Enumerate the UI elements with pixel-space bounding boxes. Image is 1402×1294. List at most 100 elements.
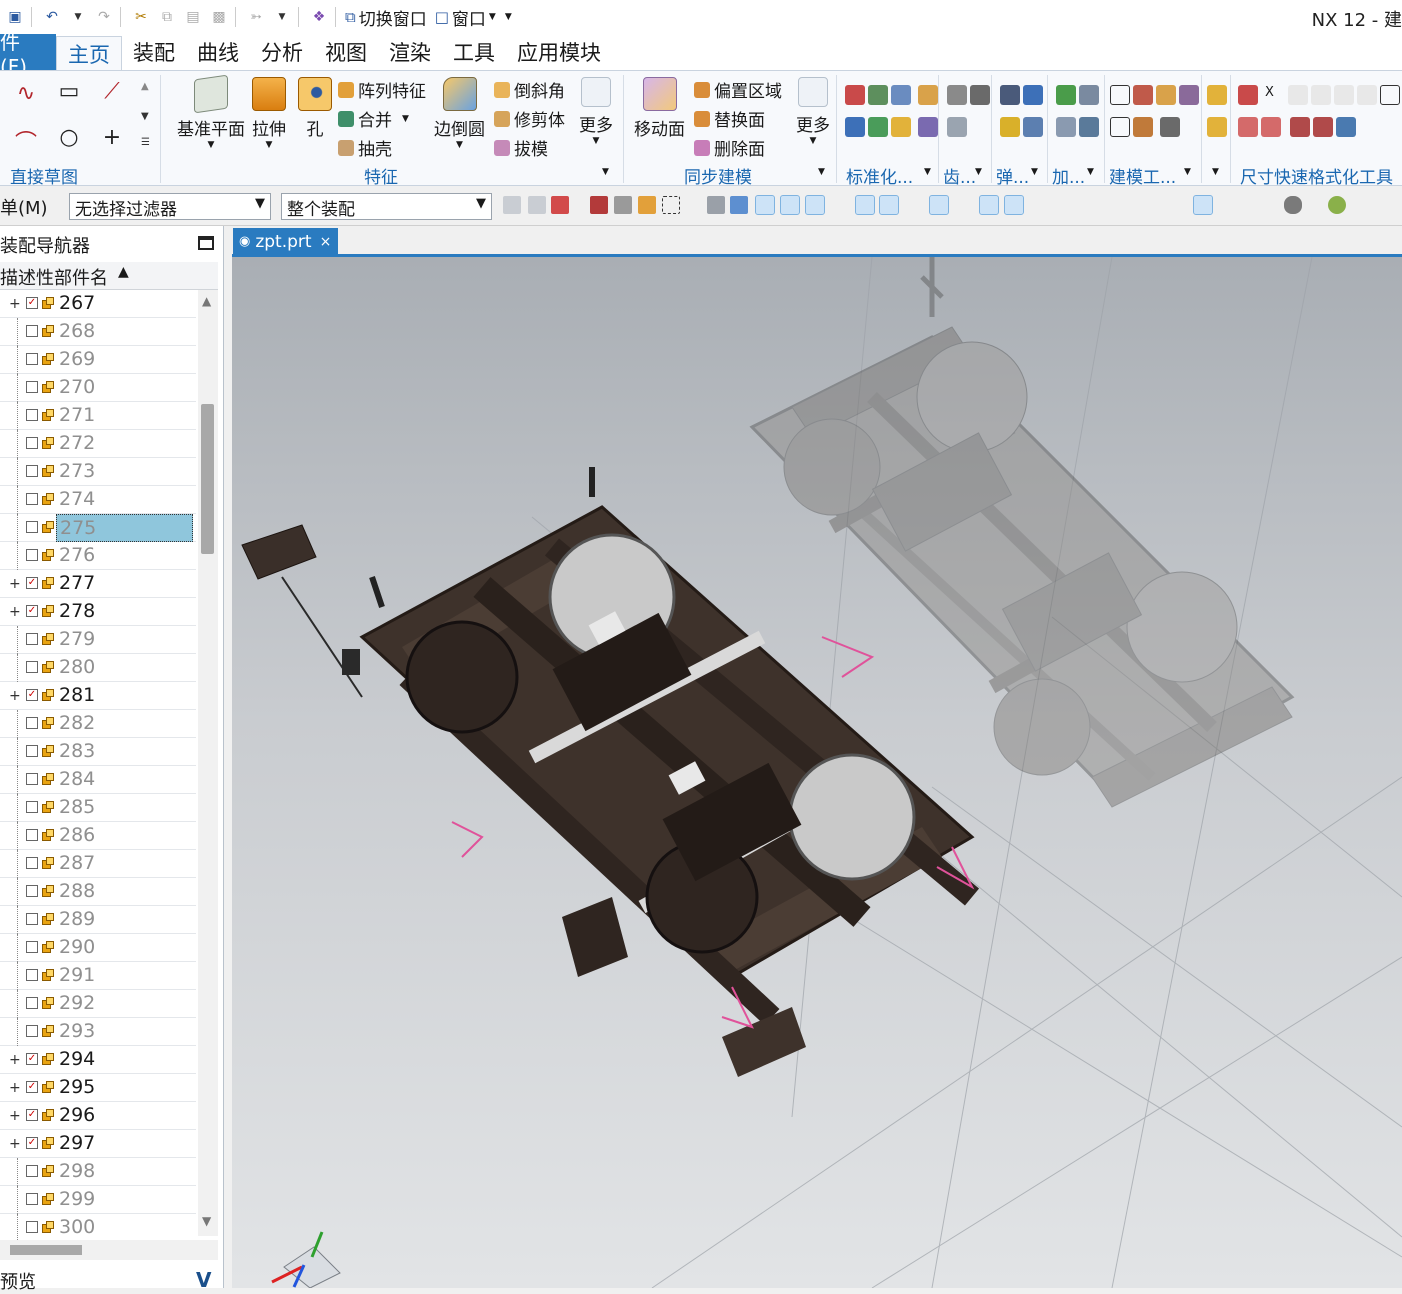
visibility-checkbox[interactable] [26, 437, 38, 449]
visibility-checkbox[interactable]: ✓ [26, 605, 38, 617]
tree-row[interactable]: 283 [0, 738, 196, 766]
edge-blend-button[interactable]: 边倒圆 ▼ [434, 77, 485, 150]
tree-row[interactable]: 273 [0, 458, 196, 486]
machining-block-icon[interactable] [1079, 85, 1099, 105]
select-objects-icon[interactable] [638, 196, 656, 214]
offset-region-button[interactable]: 偏置区域 [694, 77, 782, 102]
snap-on-face-icon[interactable] [1030, 196, 1048, 214]
visibility-checkbox[interactable] [26, 997, 38, 1009]
expand-icon[interactable]: + [9, 296, 21, 312]
visibility-checkbox[interactable]: ✓ [26, 297, 38, 309]
dim-x-icon[interactable]: X [1265, 85, 1285, 105]
tree-row[interactable]: 290 [0, 934, 196, 962]
tree-row[interactable]: + ✓ 295 [0, 1074, 196, 1102]
visibility-checkbox[interactable] [26, 1221, 38, 1233]
scrollbar-thumb[interactable] [201, 404, 214, 554]
group-synchronous-modeling[interactable]: 同步建模 [684, 163, 752, 188]
dim-format-1-icon[interactable] [1288, 85, 1308, 105]
view-snap-icon[interactable] [1193, 195, 1213, 215]
snap-spline-icon[interactable] [879, 195, 899, 215]
model-view[interactable] [232, 257, 1402, 1288]
sheet-tool-icon[interactable] [1133, 85, 1153, 105]
tree-row[interactable]: 272 [0, 430, 196, 458]
tool-yellow-icon[interactable] [1207, 85, 1227, 105]
dim-format-4-icon[interactable] [1357, 85, 1377, 105]
machining-feature-icon[interactable] [1056, 117, 1076, 137]
type-filter-select[interactable]: 无选择过滤器 ▼ [69, 193, 271, 220]
point-icon[interactable]: + [98, 125, 126, 150]
tree-row[interactable]: + ✓ 296 [0, 1102, 196, 1130]
document-tab[interactable]: ◉ zpt.prt × [233, 228, 338, 255]
view-edit-icon[interactable] [1218, 196, 1236, 214]
expand-icon[interactable]: + [9, 604, 21, 620]
circle-icon[interactable]: ○ [55, 125, 83, 150]
group-spring[interactable]: 弹... [996, 163, 1029, 188]
visibility-checkbox[interactable] [26, 353, 38, 365]
curve-rule-icon[interactable] [614, 196, 632, 214]
tree-row[interactable]: 300 [0, 1214, 196, 1242]
group-modeling-tools[interactable]: 建模工... [1109, 163, 1176, 188]
visibility-checkbox[interactable] [26, 885, 38, 897]
group-standardization[interactable]: 标准化... [846, 163, 913, 188]
tab-curve[interactable]: 曲线 [186, 34, 250, 70]
file-menu-button[interactable]: 件(F) [0, 30, 56, 79]
visibility-checkbox[interactable] [26, 969, 38, 981]
scope-filter-select[interactable]: 整个装配 ▼ [281, 193, 492, 220]
expand-icon[interactable]: + [9, 688, 21, 704]
tree-row[interactable]: 279 [0, 626, 196, 654]
paste-icon[interactable]: ▤ [182, 6, 204, 28]
scroll-down-icon[interactable]: ▼ [202, 1214, 211, 1228]
visibility-checkbox[interactable] [26, 633, 38, 645]
tree-row[interactable]: + ✓ 278 [0, 598, 196, 626]
rectangle-select-icon[interactable] [662, 196, 680, 214]
standard-tag-icon[interactable] [918, 85, 938, 105]
scrollbar-thumb[interactable] [10, 1245, 82, 1255]
redo-icon[interactable]: ↷ [93, 6, 115, 28]
doc-tool-icon[interactable] [1110, 117, 1130, 137]
face-rule-icon[interactable] [590, 196, 608, 214]
sync-more-button[interactable]: 更多 ▼ [796, 77, 830, 146]
tree-row[interactable]: 269 [0, 346, 196, 374]
draft-button[interactable]: 拔模 [494, 135, 548, 160]
group-options-arrow-icon[interactable]: ▼ [975, 167, 995, 187]
datum-plane-button[interactable]: 基准平面 ▼ [177, 74, 245, 150]
tree-row[interactable]: + ✓ 277 [0, 570, 196, 598]
scroll-down-icon[interactable]: ▼ [141, 111, 161, 131]
dim-tolerance-icon[interactable] [1238, 117, 1258, 137]
feature-more-button[interactable]: 更多 ▼ [579, 77, 613, 146]
visibility-checkbox[interactable] [26, 1025, 38, 1037]
spring-compression-icon[interactable] [1000, 117, 1020, 137]
visibility-checkbox[interactable] [26, 829, 38, 841]
tree-row[interactable]: 299 [0, 1186, 196, 1214]
expand-icon[interactable]: + [9, 1080, 21, 1096]
visibility-checkbox[interactable]: ✓ [26, 1109, 38, 1121]
chamfer-button[interactable]: 倒斜角 [494, 77, 565, 102]
tolerance-tool-icon[interactable] [1160, 117, 1180, 137]
dropdown-arrow-icon[interactable]: ▼ [271, 6, 293, 28]
select-solid-icon[interactable] [707, 196, 725, 214]
group-gear[interactable]: 齿... [943, 163, 976, 188]
hole-button[interactable]: 孔 [298, 77, 332, 140]
general-selection-icon[interactable] [503, 196, 521, 214]
expand-icon[interactable]: + [9, 1052, 21, 1068]
select-component-icon[interactable] [730, 196, 748, 214]
tree-row[interactable]: 298 [0, 1158, 196, 1186]
dim-refresh-icon[interactable] [1336, 117, 1356, 137]
dim-diameter2-icon[interactable] [1313, 117, 1333, 137]
tree-row[interactable]: 274 [0, 486, 196, 514]
arc-icon[interactable]: ⌒ [12, 125, 40, 157]
visibility-checkbox[interactable]: ✓ [26, 1081, 38, 1093]
view-layout-icon[interactable] [1143, 196, 1161, 214]
trim-body-button[interactable]: 修剪体 [494, 106, 565, 131]
vertical-scrollbar[interactable]: ▲ ▼ [198, 290, 218, 1236]
tab-tools[interactable]: 工具 [442, 34, 506, 70]
dropdown-arrow-icon[interactable]: ▼ [67, 6, 89, 28]
snap-midpoint-icon[interactable] [780, 195, 800, 215]
tree-row[interactable]: 286 [0, 822, 196, 850]
shell-button[interactable]: 抽壳 [338, 135, 392, 160]
chevron-down-icon[interactable]: V [196, 1268, 211, 1292]
fit-tool-icon[interactable] [1133, 117, 1153, 137]
touch-mode-icon[interactable]: ❖ [308, 6, 330, 28]
column-header-part-name[interactable]: 描述性部件名 ▲ [0, 262, 218, 290]
machining-check-icon[interactable] [1056, 85, 1076, 105]
